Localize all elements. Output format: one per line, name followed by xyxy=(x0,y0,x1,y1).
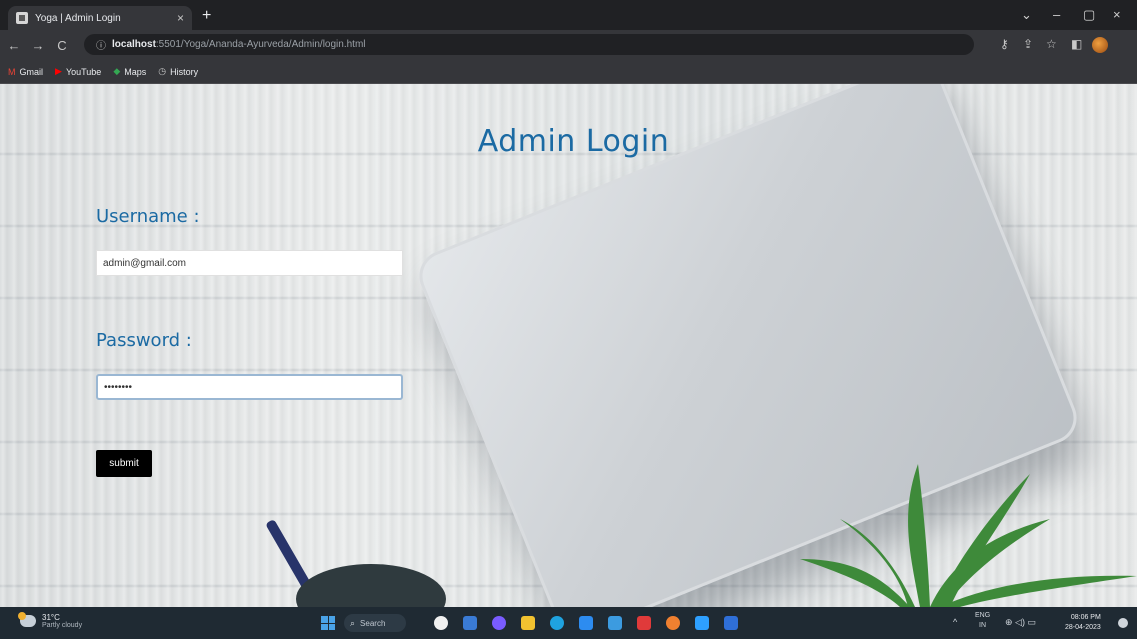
maps-icon: ◆ xyxy=(113,66,121,76)
weather-temperature: 31°C xyxy=(42,613,60,622)
reload-icon[interactable]: C xyxy=(52,38,72,53)
network-sound-battery-icons[interactable]: ⊕ ◁) ▭ xyxy=(1005,617,1036,628)
browser-tab[interactable]: Yoga | Admin Login × xyxy=(8,6,192,30)
bookmark-label: Maps xyxy=(124,66,147,77)
chrome-icon[interactable] xyxy=(666,616,680,630)
submit-button[interactable]: submit xyxy=(96,450,152,477)
language-top[interactable]: ENG xyxy=(975,612,990,619)
weather-widget[interactable]: 31°C Partly cloudy xyxy=(18,612,83,629)
weather-description: Partly cloudy xyxy=(42,622,83,629)
vscode-icon[interactable] xyxy=(579,616,593,630)
taskbar-app-1[interactable] xyxy=(434,616,448,630)
edge-browser-icon[interactable] xyxy=(550,616,564,630)
minimize-icon[interactable]: – xyxy=(1053,8,1060,21)
history-icon: ◷ xyxy=(158,66,167,76)
gmail-icon: M xyxy=(8,66,16,77)
windows-logo-icon xyxy=(321,616,328,623)
taskbar-app-11[interactable] xyxy=(724,616,738,630)
profile-avatar[interactable] xyxy=(1092,37,1108,53)
share-icon[interactable]: ⇪ xyxy=(1023,38,1033,50)
windows-taskbar: 31°C Partly cloudy ⌕ Search ^ ENG IN ⊕ ◁… xyxy=(0,607,1137,639)
taskbar-app-8[interactable] xyxy=(637,616,651,630)
address-bar[interactable]: ⓘ localhost :5501/Yoga/Ananda-Ayurveda/A… xyxy=(84,34,974,55)
forward-icon[interactable]: → xyxy=(28,38,48,53)
tab-search-icon[interactable]: ⌄ xyxy=(1021,8,1032,21)
new-tab-button[interactable]: + xyxy=(202,8,211,24)
bookmark-label: YouTube xyxy=(65,66,102,77)
favicon-icon xyxy=(16,12,28,24)
password-label: Password : xyxy=(96,330,192,351)
password-input[interactable] xyxy=(96,374,403,400)
bookmark-label: Gmail xyxy=(19,66,44,77)
login-page: Admin Login Username : Password : submit xyxy=(0,84,1137,607)
back-icon[interactable]: ← xyxy=(4,38,24,53)
browser-tabstrip: Yoga | Admin Login × + ⌄ – ▢ × xyxy=(0,0,1137,30)
url-host: localhost xyxy=(112,39,156,50)
bookmark-label: History xyxy=(170,66,199,77)
search-label: Search xyxy=(360,618,386,628)
url-path: :5501/Yoga/Ananda-Ayurveda/Admin/login.h… xyxy=(155,39,366,50)
extensions-icon[interactable]: ◧ xyxy=(1071,38,1082,50)
taskbar-app-2[interactable] xyxy=(463,616,477,630)
tray-chevron-icon[interactable]: ^ xyxy=(953,617,957,627)
partly-cloudy-icon xyxy=(18,612,36,627)
taskbar-clock[interactable]: 08:06 PM 28-04-2023 xyxy=(1065,613,1101,633)
clock-date: 28-04-2023 xyxy=(1065,624,1101,631)
taskbar-search[interactable]: ⌕ Search xyxy=(344,614,406,632)
bookmark-star-icon[interactable]: ☆ xyxy=(1046,38,1057,50)
username-input[interactable] xyxy=(96,250,403,276)
page-title: Admin Login xyxy=(477,124,670,159)
youtube-icon: ▶ xyxy=(55,66,62,76)
clock-time: 08:06 PM xyxy=(1070,614,1101,621)
username-label: Username : xyxy=(96,206,200,227)
bookmarks-bar: M Gmail ▶ YouTube ◆ Maps ◷ History xyxy=(0,60,1137,84)
taskbar-app-7[interactable] xyxy=(608,616,622,630)
close-window-icon[interactable]: × xyxy=(1113,8,1121,21)
browser-toolbar: ← → C ⓘ localhost :5501/Yoga/Ananda-Ayur… xyxy=(0,30,1137,60)
key-icon[interactable]: ⚷ xyxy=(1000,38,1009,50)
bookmark-youtube[interactable]: ▶ YouTube xyxy=(55,66,101,77)
search-icon: ⌕ xyxy=(350,617,356,628)
tab-close-icon[interactable]: × xyxy=(177,12,184,24)
taskbar-app-10[interactable] xyxy=(695,616,709,630)
notification-icon[interactable] xyxy=(1118,618,1128,628)
bookmark-history[interactable]: ◷ History xyxy=(158,66,198,77)
taskbar-app-3[interactable] xyxy=(492,616,506,630)
apple-logo-icon xyxy=(717,304,771,362)
bookmark-maps[interactable]: ◆ Maps xyxy=(113,66,146,77)
restore-icon[interactable]: ▢ xyxy=(1083,8,1095,21)
tab-title: Yoga | Admin Login xyxy=(35,12,121,24)
language-bottom: IN xyxy=(979,622,986,629)
plant-decoration xyxy=(800,464,1137,607)
site-info-icon[interactable]: ⓘ xyxy=(96,37,106,52)
start-button[interactable] xyxy=(321,616,335,630)
bookmark-gmail[interactable]: M Gmail xyxy=(8,67,43,77)
file-explorer-icon[interactable] xyxy=(521,616,535,630)
